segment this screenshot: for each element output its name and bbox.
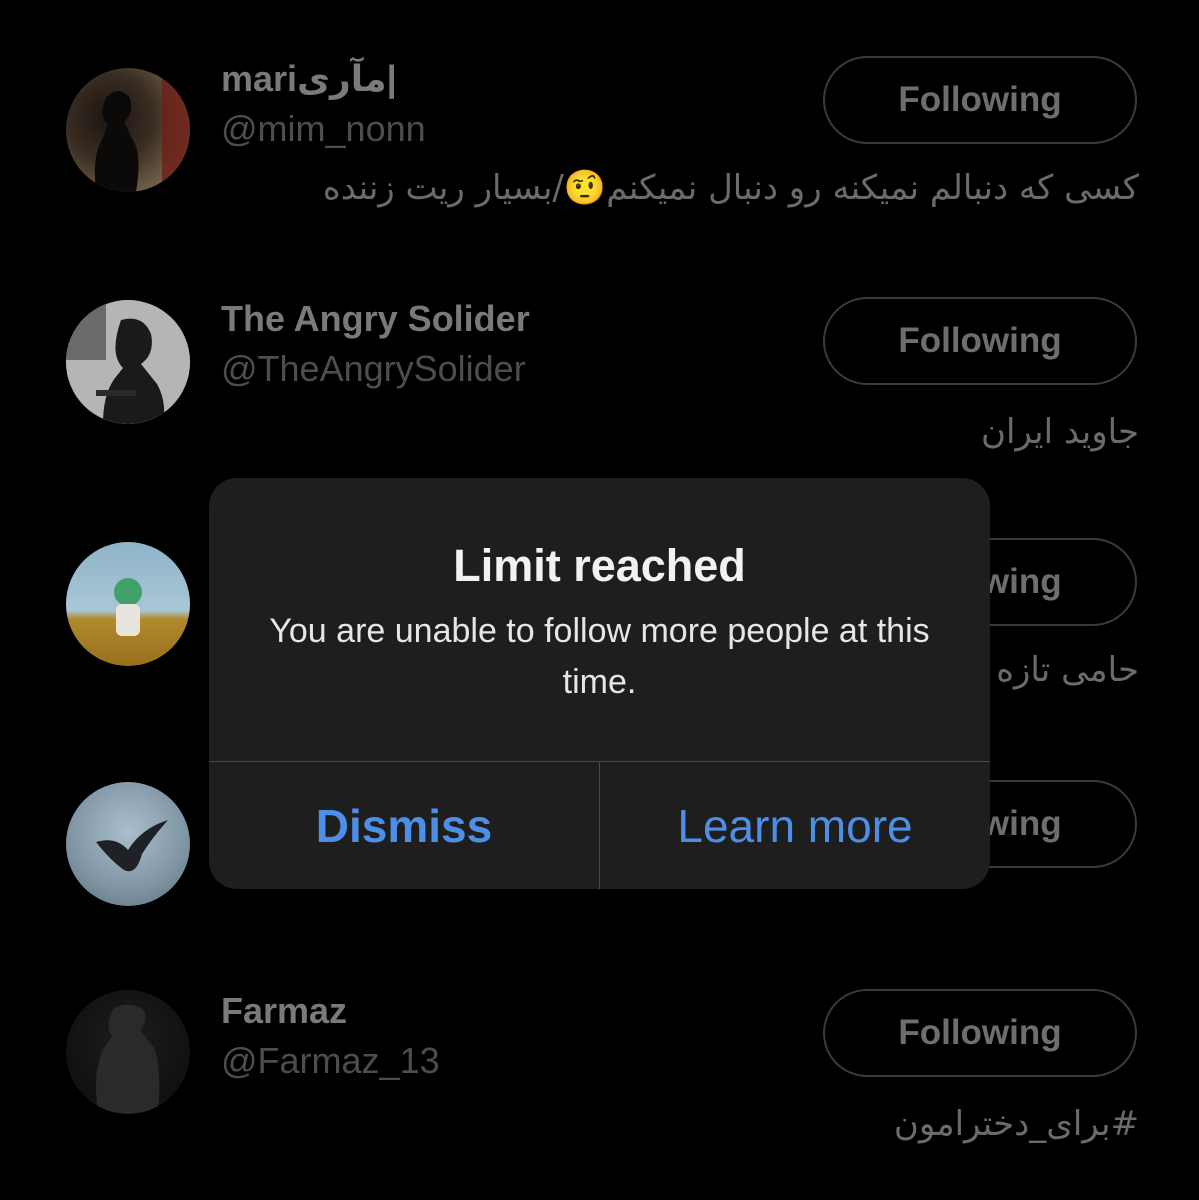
user-bio: حامی تازه — [996, 650, 1139, 690]
limit-reached-dialog: Limit reached You are unable to follow m… — [209, 478, 990, 889]
user-row[interactable]: Farmaz @Farmaz_13 Following #برای_دخترام… — [0, 0, 1199, 1144]
following-button[interactable]: Following — [823, 989, 1137, 1077]
user-name: The Angry Solider — [221, 298, 530, 339]
dialog-message: You are unable to follow more people at … — [269, 612, 930, 701]
user-bio: جاوید ایران — [981, 412, 1139, 452]
dialog-title: Limit reached — [453, 540, 746, 591]
avatar[interactable] — [66, 300, 190, 424]
avatar[interactable] — [66, 782, 190, 906]
user-bio: #برای_دخترامون — [893, 1104, 1139, 1144]
avatar[interactable] — [66, 542, 190, 666]
user-name: Farmaz — [221, 990, 348, 1031]
following-button[interactable]: Following — [823, 297, 1137, 385]
user-handle: @Farmaz_13 — [221, 1040, 440, 1081]
user-handle: @TheAngrySolider — [221, 348, 526, 389]
learn-more-button[interactable]: Learn more — [600, 762, 990, 889]
dismiss-button[interactable]: Dismiss — [209, 762, 599, 889]
avatar[interactable] — [66, 990, 190, 1114]
